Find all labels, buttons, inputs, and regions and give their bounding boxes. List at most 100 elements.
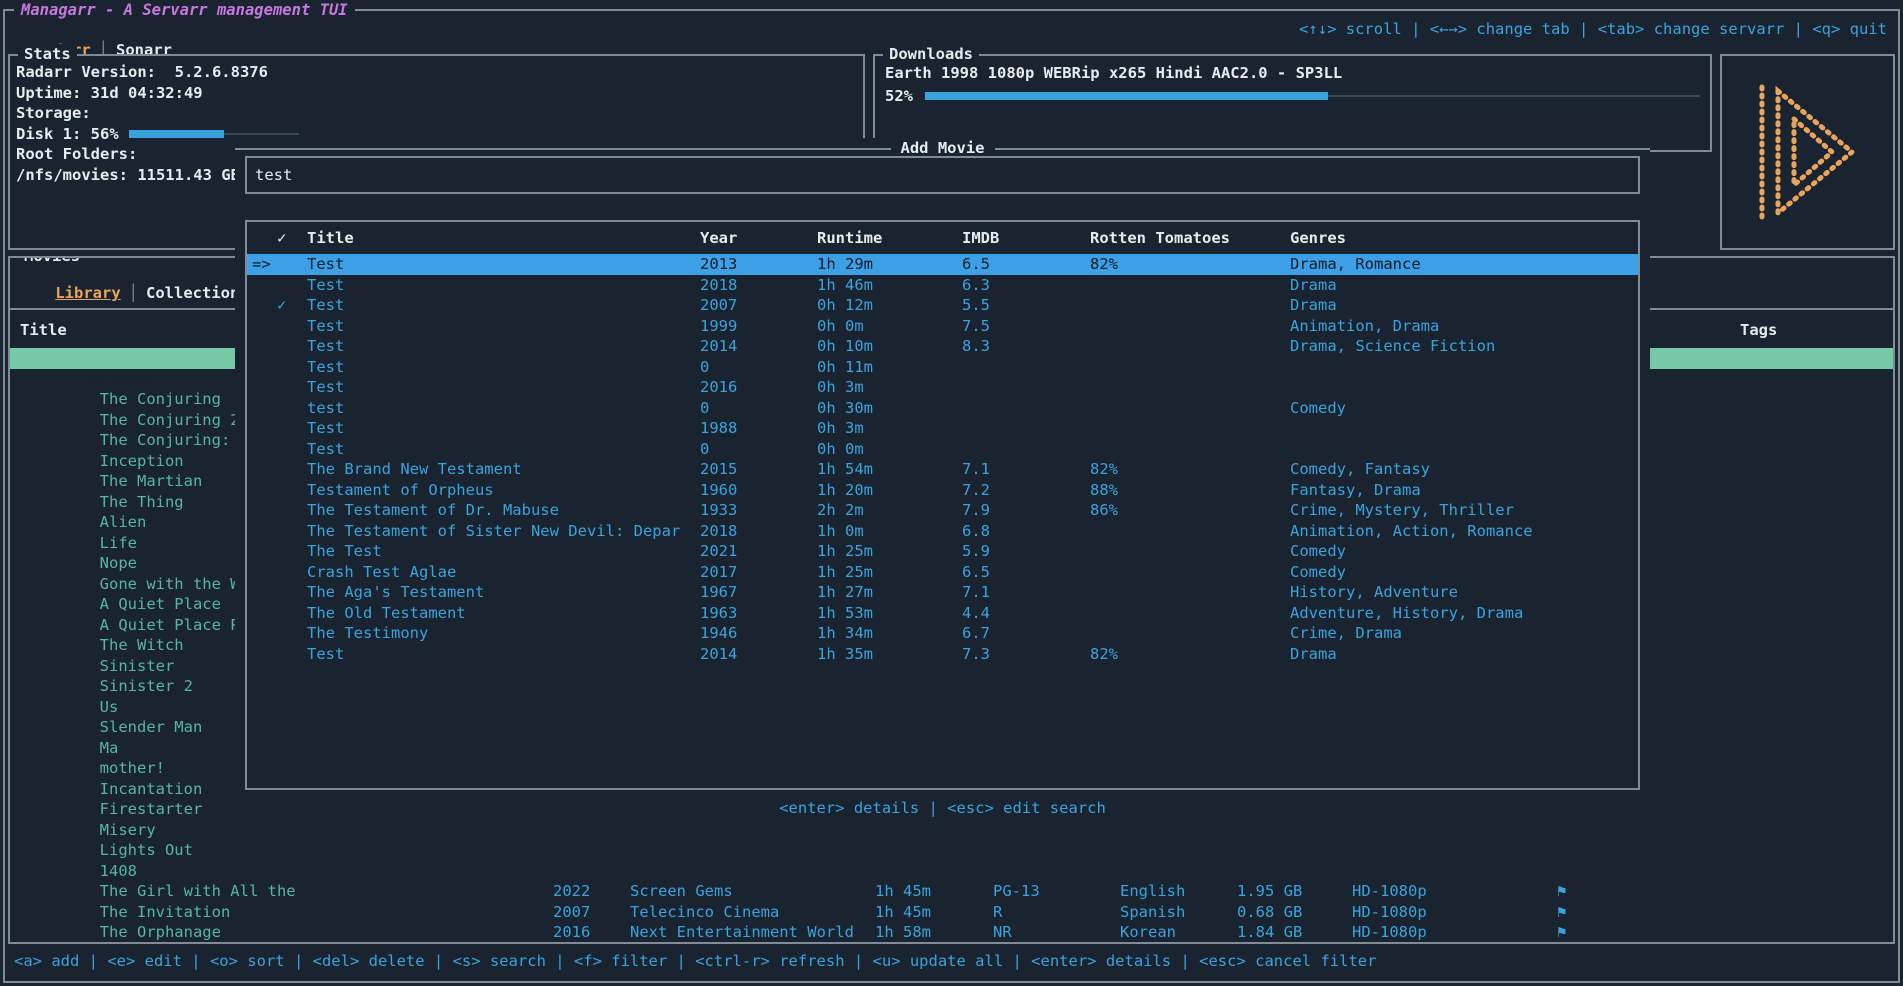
stats-panel-title: Stats [18, 44, 77, 65]
result-year-cell: 2013 [700, 254, 737, 275]
servarr-tabbar: Radarr│Sonarr <↑↓> scroll | <←→> change … [16, 19, 1887, 40]
search-result-row[interactable]: Test 0 0h 0m [247, 439, 1638, 460]
tab-collections[interactable]: Collections [146, 284, 249, 302]
bottom-keybindings: <a> add | <e> edit | <o> sort | <del> de… [14, 951, 1376, 972]
movie-rating-cell: R [993, 902, 1002, 923]
result-title-cell: The Testimony [307, 623, 428, 644]
check-icon: ✓ [277, 228, 286, 249]
downloads-panel-title: Downloads [883, 44, 979, 65]
result-imdb-cell: 6.8 [962, 521, 990, 542]
result-runtime-cell: 2h 2m [817, 500, 864, 521]
search-result-row[interactable]: Test 2016 0h 3m [247, 377, 1638, 398]
result-genres-cell: Fantasy, Drama [1290, 480, 1421, 501]
result-title-cell: The Testament of Sister New Devil: Depar [307, 521, 680, 542]
result-runtime-cell: 0h 3m [817, 377, 864, 398]
disk-usage-label: Disk 1: 56% [16, 124, 119, 145]
result-imdb-cell: 7.5 [962, 316, 990, 337]
search-result-row[interactable]: Crash Test Aglae 2017 1h 25m 6.5 Comedy [247, 562, 1638, 583]
result-title-cell: Test [307, 644, 344, 665]
search-result-row[interactable]: => Test 2013 1h 29m 6.5 82% Drama, Roman… [247, 254, 1638, 275]
result-title-cell: The Test [307, 541, 382, 562]
search-result-row[interactable]: The Testimony 1946 1h 34m 6.7 Crime, Dra… [247, 623, 1638, 644]
logo-panel [1720, 54, 1895, 250]
result-genres-cell: Drama, Science Fiction [1290, 336, 1495, 357]
result-genres-cell: Comedy [1290, 541, 1346, 562]
movie-search-input[interactable] [255, 165, 1630, 186]
search-result-row[interactable]: The Old Testament 1963 1h 53m 4.4 Advent… [247, 603, 1638, 624]
search-result-row[interactable]: The Test 2021 1h 25m 5.9 Comedy [247, 541, 1638, 562]
movie-row[interactable]: The Invitation 2022 Screen Gems 1h 45m P… [10, 881, 1893, 902]
result-runtime-cell: 1h 54m [817, 459, 873, 480]
search-result-row[interactable]: Test 1988 0h 3m [247, 418, 1638, 439]
result-year-cell: 0 [700, 439, 709, 460]
search-result-row[interactable]: ✓ Test 2007 0h 12m 5.5 Drama [247, 295, 1638, 316]
movie-year-cell: 2007 [553, 902, 590, 923]
result-year-cell: 0 [700, 398, 709, 419]
modal-border-line [235, 148, 891, 150]
modal-keybindings: <enter> details | <esc> edit search [235, 798, 1650, 819]
result-runtime-cell: 1h 20m [817, 480, 873, 501]
result-runtime-cell: 1h 34m [817, 623, 873, 644]
movie-row[interactable]: Train to Busan 2016 Next Entertainment W… [10, 922, 1893, 942]
result-runtime-cell: 0h 3m [817, 418, 864, 439]
result-runtime-cell: 1h 29m [817, 254, 873, 275]
movie-quality-cell: HD-1080p [1352, 881, 1427, 902]
movie-rating-cell: PG-13 [993, 881, 1040, 902]
result-imdb-cell: 7.2 [962, 480, 990, 501]
result-year-cell: 1960 [700, 480, 737, 501]
result-year-cell: 2017 [700, 562, 737, 583]
movie-language-cell: English [1120, 881, 1185, 902]
result-rotten-tomatoes-cell: 82% [1090, 254, 1118, 275]
search-result-row[interactable]: Test 1999 0h 0m 7.5 Animation, Drama [247, 316, 1638, 337]
result-runtime-cell: 0h 11m [817, 357, 873, 378]
search-result-row[interactable]: Test 0 0h 11m [247, 357, 1638, 378]
download-percent-label: 52% [885, 86, 913, 107]
movie-runtime-cell: 1h 45m [875, 881, 931, 902]
movie-year-cell: 2022 [553, 881, 590, 902]
result-title-cell: Test [307, 336, 344, 357]
result-year-cell: 0 [700, 357, 709, 378]
movie-search-box [245, 156, 1640, 194]
search-result-row[interactable]: Testament of Orpheus 1960 1h 20m 7.2 88%… [247, 480, 1638, 501]
monitored-flag-icon: ⚑ [1557, 902, 1566, 923]
result-genres-cell: Comedy, Fantasy [1290, 459, 1430, 480]
disk-usage-gauge-fill [129, 130, 224, 138]
uptime: Uptime: 31d 04:32:49 [16, 83, 857, 104]
movie-quality-cell: HD-1080p [1352, 922, 1427, 942]
search-result-row[interactable]: The Brand New Testament 2015 1h 54m 7.1 … [247, 459, 1638, 480]
tab-library[interactable]: Library [55, 284, 120, 302]
result-runtime-cell: 1h 35m [817, 644, 873, 665]
search-result-row[interactable]: Test 2018 1h 46m 6.3 Drama [247, 275, 1638, 296]
movie-language-cell: Korean [1120, 922, 1176, 942]
result-year-cell: 2018 [700, 275, 737, 296]
result-genres-cell: Comedy [1290, 562, 1346, 583]
result-runtime-cell: 1h 25m [817, 562, 873, 583]
search-result-row[interactable]: test 0 0h 30m Comedy [247, 398, 1638, 419]
search-result-row[interactable]: The Testament of Sister New Devil: Depar… [247, 521, 1638, 542]
search-result-row[interactable]: The Testament of Dr. Mabuse 1933 2h 2m 7… [247, 500, 1638, 521]
search-result-row[interactable]: The Aga's Testament 1967 1h 27m 7.1 Hist… [247, 582, 1638, 603]
result-genres-cell: Comedy [1290, 398, 1346, 419]
result-title-cell: Test [307, 316, 344, 337]
result-year-cell: 2007 [700, 295, 737, 316]
result-year-cell: 1967 [700, 582, 737, 603]
result-imdb-cell: 4.4 [962, 603, 990, 624]
tags-column-header: Tags [1740, 320, 1777, 341]
result-year-cell: 2016 [700, 377, 737, 398]
header-title: Title [307, 228, 354, 249]
result-genres-cell: Animation, Action, Romance [1290, 521, 1533, 542]
search-result-row[interactable]: Test 2014 0h 10m 8.3 Drama, Science Fict… [247, 336, 1638, 357]
result-runtime-cell: 0h 10m [817, 336, 873, 357]
result-genres-cell: Adventure, History, Drama [1290, 603, 1523, 624]
result-title-cell: Test [307, 439, 344, 460]
movie-studio-cell: Next Entertainment World [630, 922, 854, 942]
result-runtime-cell: 0h 30m [817, 398, 873, 419]
movie-row[interactable]: The Orphanage 2007 Telecinco Cinema 1h 4… [10, 902, 1893, 923]
result-title-cell: Test [307, 357, 344, 378]
result-runtime-cell: 1h 25m [817, 541, 873, 562]
result-imdb-cell: 7.3 [962, 644, 990, 665]
search-result-row[interactable]: Test 2014 1h 35m 7.3 82% Drama [247, 644, 1638, 665]
result-year-cell: 2018 [700, 521, 737, 542]
result-imdb-cell: 6.7 [962, 623, 990, 644]
movie-year-cell: 2016 [553, 922, 590, 942]
